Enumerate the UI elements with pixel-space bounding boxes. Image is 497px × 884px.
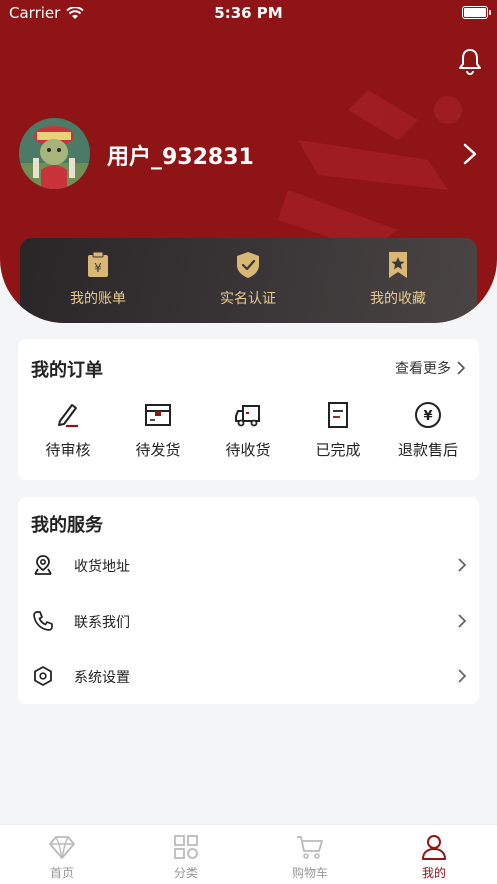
tab-home[interactable]: 首页 [22, 833, 102, 881]
document-icon [328, 402, 348, 428]
svg-text:¥: ¥ [94, 261, 102, 275]
quick-action-label: 我的账单 [70, 291, 126, 307]
quick-action-verification[interactable]: 实名认证 [173, 250, 323, 308]
tab-cart[interactable]: 购物车 [270, 833, 350, 881]
diamond-icon [49, 836, 75, 859]
user-icon [422, 835, 446, 860]
services-card: 我的服务 收货地址 联系我们 系统设置 [18, 497, 479, 704]
quick-action-favorites[interactable]: 我的收藏 [323, 250, 473, 308]
order-status-label: 待收货 [225, 441, 271, 459]
truck-icon [235, 405, 260, 427]
tab-label: 购物车 [291, 866, 328, 880]
quick-action-label: 我的收藏 [370, 291, 426, 307]
service-label: 系统设置 [74, 670, 130, 686]
tab-categories[interactable]: 分类 [146, 833, 226, 881]
order-status-refund[interactable]: ¥ 退款售后 [388, 401, 468, 460]
verified-shield-icon [237, 252, 259, 278]
tab-label: 分类 [173, 866, 198, 880]
svg-text:¥: ¥ [423, 409, 432, 424]
yen-circle-icon: ¥ [415, 402, 441, 428]
brand-watermark-icon [278, 90, 462, 250]
order-status-label: 退款售后 [397, 441, 458, 459]
location-pin-icon [34, 555, 52, 575]
order-status-label: 已完成 [315, 441, 361, 459]
avatar[interactable] [19, 118, 90, 189]
clock: 5:36 PM [214, 4, 283, 22]
services-title: 我的服务 [31, 515, 103, 536]
settings-hexagon-icon [34, 666, 52, 686]
order-status-completed[interactable]: 已完成 [298, 401, 378, 460]
username[interactable]: 用户_932831 [107, 139, 254, 171]
order-status-to-ship[interactable]: 待发货 [118, 401, 198, 460]
bookmark-star-icon [389, 252, 407, 278]
tab-profile[interactable]: 我的 [394, 833, 474, 881]
cart-icon [297, 836, 323, 859]
service-label: 收货地址 [74, 559, 130, 575]
chevron-right-icon [458, 669, 467, 683]
service-label: 联系我们 [74, 615, 130, 631]
avatar-image [19, 118, 90, 189]
battery-icon [462, 6, 491, 19]
tab-label: 我的 [421, 866, 446, 880]
grid-icon [174, 835, 198, 859]
quick-actions-card: ¥ 我的账单 实名认证 我的收藏 [20, 238, 477, 323]
order-status-to-receive[interactable]: 待收货 [208, 401, 288, 460]
profile-header: Carrier 5:36 PM 用户_932831 ¥ 我的账单 实名认证 我的… [0, 0, 497, 323]
orders-card: 我的订单 查看更多 待审核 待发货 待收货 已完成 ¥ 退款售后 [18, 339, 479, 480]
service-row-contact[interactable]: 联系我们 [18, 597, 479, 647]
view-more-link[interactable]: 查看更多 [395, 358, 465, 378]
bill-icon: ¥ [88, 251, 108, 277]
notification-bell-icon[interactable] [456, 47, 484, 75]
tab-label: 首页 [49, 866, 74, 880]
order-status-pending-review[interactable]: 待审核 [28, 401, 108, 460]
service-row-address[interactable]: 收货地址 [18, 541, 479, 591]
chevron-right-icon [458, 558, 467, 572]
quick-action-bill[interactable]: ¥ 我的账单 [23, 250, 173, 308]
bottom-tab-bar: 首页 分类 购物车 我的 [0, 824, 497, 884]
package-box-icon [145, 404, 171, 426]
order-status-label: 待审核 [45, 441, 91, 459]
quick-action-label: 实名认证 [220, 291, 276, 307]
pen-icon [58, 404, 78, 428]
chevron-right-icon[interactable] [460, 142, 480, 166]
order-status-label: 待发货 [135, 441, 181, 459]
orders-title: 我的订单 [31, 360, 103, 381]
view-more-label: 查看更多 [395, 361, 451, 377]
chevron-right-icon [458, 614, 467, 628]
phone-icon [33, 611, 53, 631]
status-bar: Carrier 5:36 PM [0, 0, 497, 26]
service-row-settings[interactable]: 系统设置 [18, 652, 479, 702]
chevron-right-icon [457, 361, 465, 375]
